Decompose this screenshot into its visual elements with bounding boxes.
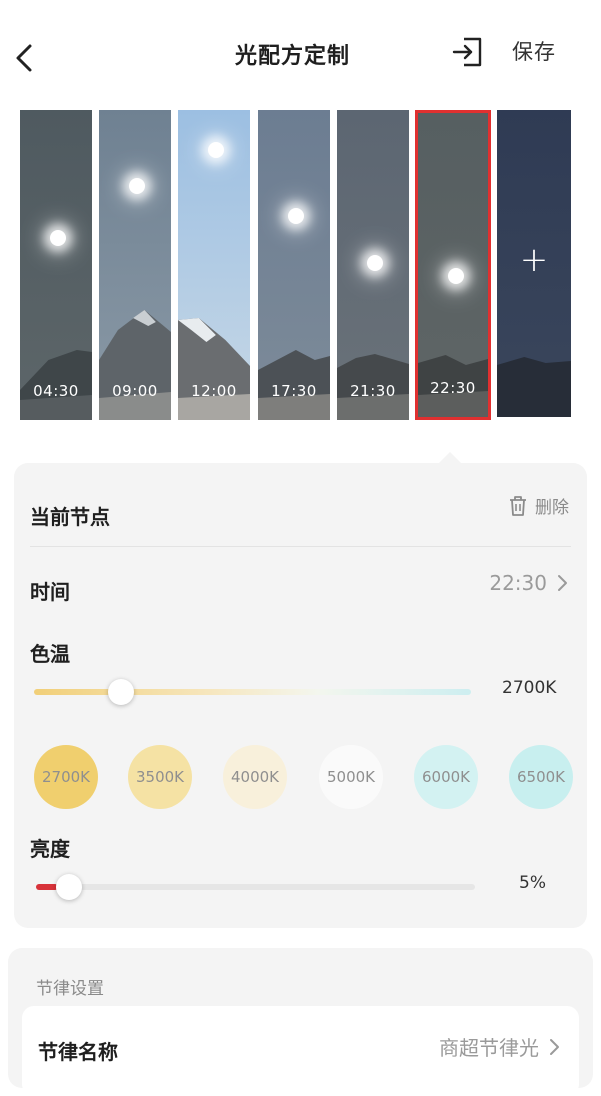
add-node-button[interactable]: +: [495, 110, 573, 417]
color-temp-preset-6500k[interactable]: 6500K: [509, 745, 573, 809]
color-temp-value: 2700K: [502, 678, 557, 698]
time-value: 22:30: [489, 571, 547, 595]
color-temp-slider-thumb[interactable]: [108, 679, 135, 705]
sun-icon: [208, 142, 224, 158]
timeline-node[interactable]: 17:30: [256, 110, 332, 420]
color-temp-preset-3500k[interactable]: 3500K: [128, 745, 192, 809]
color-temp-preset-4000k[interactable]: 4000K: [223, 745, 287, 809]
rhythm-name-row[interactable]: 节律名称 商超节律光: [22, 1006, 579, 1096]
chevron-right-icon: [550, 1038, 559, 1055]
brightness-slider-thumb[interactable]: [55, 874, 82, 900]
timeline-node[interactable]: 21:30: [335, 110, 411, 420]
save-button[interactable]: 保存: [512, 36, 556, 66]
divider: [30, 546, 571, 547]
color-temp-label: 色温: [30, 642, 70, 666]
rhythm-settings-section: 节律设置 节律名称 商超节律光: [8, 948, 593, 1096]
time-selector[interactable]: 22:30: [489, 571, 569, 595]
sun-icon: [288, 208, 304, 224]
timeline-node[interactable]: 09:00: [97, 110, 173, 420]
sun-icon: [367, 255, 383, 271]
plus-icon: +: [519, 240, 549, 280]
timeline-strip: 04:30 09:00 12:00 17:30 21:30 22:30 +: [0, 100, 601, 430]
node-time: 09:00: [112, 382, 158, 400]
brightness-value: 5%: [519, 873, 546, 893]
node-time: 17:30: [271, 382, 317, 400]
sun-icon: [50, 230, 66, 246]
delete-button[interactable]: 删除: [507, 493, 569, 518]
chevron-right-icon: [558, 575, 567, 591]
top-bar: 光配方定制 保存: [0, 0, 601, 100]
time-label: 时间: [30, 580, 70, 604]
export-button[interactable]: [450, 33, 488, 71]
brightness-label: 亮度: [30, 837, 70, 861]
rhythm-name-value: 商超节律光: [439, 1036, 539, 1060]
node-time: 22:30: [430, 379, 476, 397]
sun-icon: [448, 268, 464, 284]
rhythm-name-label: 节律名称: [38, 1040, 118, 1064]
current-node-panel: 当前节点 删除 时间 22:30 色温 2700K 2700K 3500K 40…: [14, 463, 587, 928]
section-title: 当前节点: [30, 505, 110, 529]
color-temp-preset-6000k[interactable]: 6000K: [414, 745, 478, 809]
delete-label: 删除: [535, 498, 569, 518]
mountain-image: [497, 357, 571, 417]
timeline-node[interactable]: 04:30: [18, 110, 94, 420]
color-temp-preset-5000k[interactable]: 5000K: [319, 745, 383, 809]
trash-icon: [510, 495, 526, 516]
node-time: 04:30: [33, 382, 79, 400]
brightness-slider[interactable]: [36, 874, 475, 900]
page-title: 光配方定制: [234, 44, 350, 69]
login-icon: [452, 37, 482, 67]
node-time: 12:00: [191, 382, 237, 400]
timeline-node-selected[interactable]: 22:30: [415, 110, 491, 420]
sun-icon: [129, 178, 145, 194]
node-time: 21:30: [350, 382, 396, 400]
brightness-slider-fill: [36, 884, 58, 890]
timeline-node[interactable]: 12:00: [176, 110, 252, 420]
rhythm-name-selector[interactable]: 商超节律光: [439, 1032, 561, 1061]
section-title: 节律设置: [36, 979, 104, 999]
color-temp-slider[interactable]: [34, 679, 471, 705]
color-temp-preset-2700k[interactable]: 2700K: [34, 745, 98, 809]
